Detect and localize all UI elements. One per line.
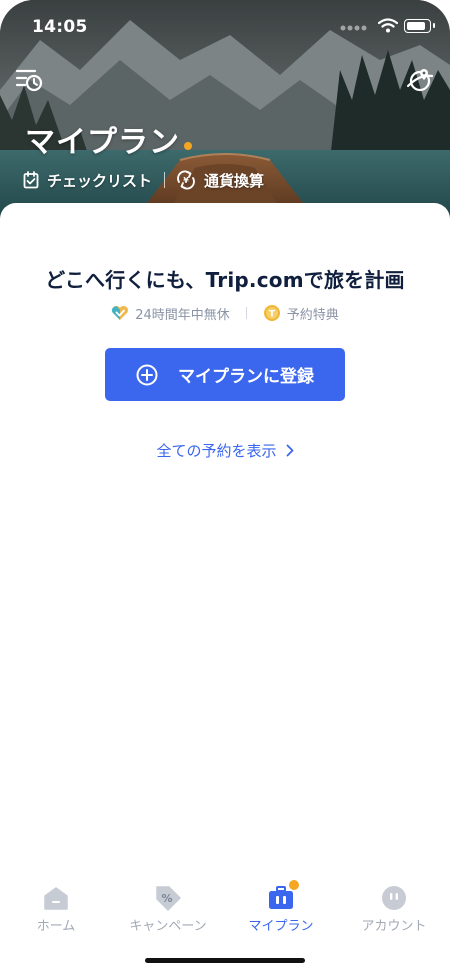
hero-banner: 14:05 マイプラン チェックリスト ¥ 通貨換算 [0,0,450,225]
svg-text:%: % [161,892,172,905]
page-title: マイプラン [25,125,180,160]
tab-home-label: ホーム [36,919,76,934]
svg-text:¥: ¥ [183,176,189,185]
register-trip-button[interactable]: マイプランに登録 [105,348,345,401]
currency-label: 通貨換算 [204,171,265,190]
feature-support-label: 24時間年中無休 [135,307,230,323]
bottom-tab-bar: ホーム % キャンペーン マイプラン アカウント [0,875,450,945]
account-icon [379,883,409,913]
app-screen: 14:05 マイプラン チェックリスト ¥ 通貨換算 どこへ行くにも、Trip.… [0,0,450,972]
title-dot [184,142,192,150]
briefcase-icon [266,879,300,913]
feature-divider [245,307,247,319]
checklist-label: チェックリスト [47,171,153,190]
history-icon[interactable] [13,64,45,96]
headline: どこへ行くにも、Trip.comで旅を計画 [45,268,405,292]
globe-pin-icon[interactable] [404,64,436,96]
home-indicator [145,958,305,963]
feature-rewards-label: 予約特典 [286,307,339,323]
heart-check-icon [112,305,129,320]
wifi-icon [378,18,398,33]
svg-text:T: T [269,310,276,320]
coin-icon: T [263,305,280,321]
view-all-label: 全ての予約を表示 [156,442,277,460]
plus-circle-icon [136,364,158,385]
view-all-bookings-link[interactable]: 全ての予約を表示 [0,440,450,461]
tab-account[interactable]: アカウント [338,875,450,941]
currency-link[interactable]: ¥ 通貨換算 [176,170,264,191]
currency-exchange-icon: ¥ [177,170,195,190]
tag-icon: % [153,883,183,913]
tab-account-label: アカウント [361,919,427,934]
link-divider [164,172,166,188]
tab-campaign[interactable]: % キャンペーン [112,875,224,941]
checklist-icon [23,171,39,189]
tab-myplan[interactable]: マイプラン [225,875,337,941]
status-bar: 14:05 [0,0,450,54]
features-row: 24時間年中無休 T 予約特典 [0,303,450,323]
signal-dots-icon [340,25,367,31]
battery-icon [404,19,435,33]
chevron-right-icon [286,444,293,457]
checklist-link[interactable]: チェックリスト [23,170,152,191]
feature-rewards: T 予約特典 [263,304,339,323]
notification-badge [288,879,300,891]
feature-support: 24時間年中無休 [111,304,230,323]
tab-home[interactable]: ホーム [0,875,112,941]
register-button-label: マイプランに登録 [178,367,314,387]
quick-links: チェックリスト ¥ 通貨換算 [23,167,264,193]
home-icon [41,883,71,913]
tab-myplan-label: マイプラン [248,919,314,934]
tab-campaign-label: キャンペーン [129,919,207,934]
status-time: 14:05 [32,17,88,37]
